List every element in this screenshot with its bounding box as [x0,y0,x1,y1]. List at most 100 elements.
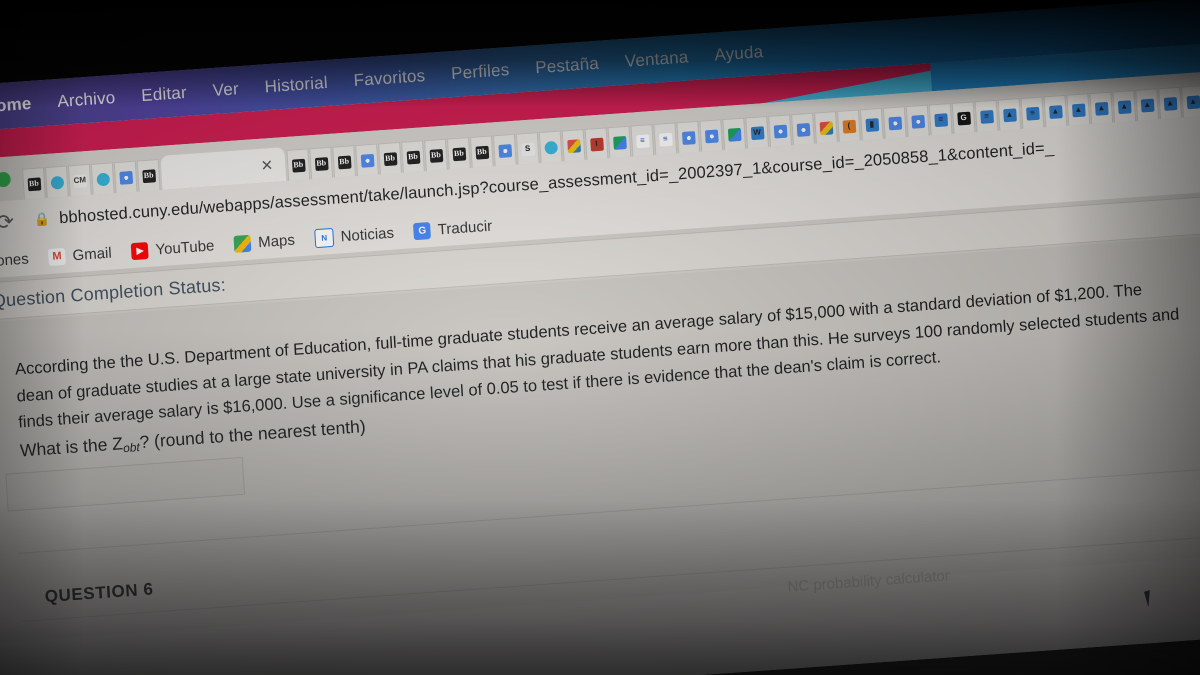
tab[interactable] [44,165,69,199]
menu-item-editar[interactable]: Editar [128,82,201,107]
tab[interactable] [355,143,379,177]
tab[interactable]: ▲ [997,98,1022,131]
tab[interactable]: Bb [401,140,425,173]
tab[interactable]: Bb [332,145,357,178]
tab[interactable]: ▲ [1043,94,1068,128]
z-obt-subscript: obt [122,440,141,456]
tab-favicon: Bb [141,168,156,183]
tab-favicon: ▮ [864,117,879,132]
tab-favicon: ▲ [1002,107,1017,122]
tab-favicon: ≡ [658,132,673,147]
tab[interactable] [538,130,563,164]
tab-favicon [704,128,719,143]
tab[interactable]: S [515,132,540,165]
next-question-heading: QUESTION 6 [44,579,155,607]
tab-favicon: Bb [406,150,420,165]
tab[interactable] [90,162,115,195]
menu-item-pestana[interactable]: Pestaña [522,53,613,79]
bookmark-traducir[interactable]: G Traducir [413,217,493,240]
tab[interactable] [814,111,838,144]
tab[interactable]: I [584,127,609,160]
tab-favicon: Bb [474,145,489,160]
tab[interactable]: ▲ [1158,86,1182,120]
tab-favicon: ▲ [1140,98,1155,113]
tab[interactable] [561,128,586,162]
footer-faint-text: NC probability calculator [787,567,951,596]
tab[interactable]: ▲ [1112,89,1137,123]
youtube-icon: ▶ [131,241,150,260]
tab[interactable]: ▲ [1089,91,1114,125]
gmail-icon: M [48,247,67,266]
tab[interactable]: Bb [22,167,46,200]
tab[interactable]: ▲ [1066,93,1091,126]
tab[interactable]: Bb [378,141,402,175]
menu-item-archivo[interactable]: Archivo [44,87,129,113]
menu-item-ver[interactable]: Ver [199,78,252,102]
tab[interactable]: Bb [309,146,334,180]
menu-item-chrome[interactable]: rome [0,93,45,121]
tab[interactable] [722,117,747,151]
tab[interactable] [699,119,724,152]
menu-item-historial[interactable]: Historial [251,72,341,98]
tab[interactable]: Bb [469,135,494,168]
close-tab-icon[interactable]: ✕ [260,156,274,175]
translate-icon: G [413,221,432,240]
tab-favicon: ▲ [1094,101,1109,116]
tab[interactable]: G [951,101,976,134]
tab-favicon: S [520,141,535,156]
bookmark-aplicaciones[interactable]: Aplicaciones [0,250,29,273]
tab-favicon [95,172,110,186]
tab-favicon [910,114,925,129]
zoom-window-button[interactable] [0,171,12,188]
menu-item-perfiles[interactable]: Perfiles [438,59,523,85]
tab-favicon: ▲ [1071,103,1086,117]
tab-favicon [360,153,374,168]
divider [22,531,1200,622]
tab[interactable] [768,114,792,147]
tab-favicon: Bb [27,176,41,191]
tab-favicon: Bb [429,148,443,163]
tab[interactable] [791,112,815,146]
tab[interactable] [882,106,907,139]
tab[interactable] [905,104,930,138]
tab-favicon [612,135,627,150]
tab[interactable]: ≡ [653,122,678,155]
menu-item-ventana[interactable]: Ventana [611,46,702,72]
bookmark-maps[interactable]: Maps [233,231,296,253]
tab[interactable]: ≡ [1020,96,1045,129]
tab[interactable] [607,125,632,159]
tab[interactable]: ≡ [928,102,953,136]
tab-favicon: I [589,137,604,152]
news-icon: N [314,227,335,248]
tab-favicon: ≡ [1025,106,1040,121]
maps-icon [233,234,252,253]
tab-favicon [50,175,64,190]
tab[interactable]: Bb [136,159,161,192]
tab[interactable]: W [745,115,770,149]
tab[interactable]: ≡ [974,99,999,133]
bookmark-noticias[interactable]: N Noticias [314,223,394,248]
bookmark-label: Maps [257,231,296,251]
tab-favicon: Bb [314,156,329,171]
tab[interactable] [676,120,701,154]
tab[interactable]: ( [836,109,861,142]
tab[interactable]: ▲ [1135,88,1160,121]
tab[interactable] [113,160,138,194]
tab[interactable]: Bb [424,138,448,172]
tab-favicon [727,127,742,142]
tab[interactable]: ≡ [630,124,655,157]
reload-icon[interactable]: ⟳ [0,209,19,236]
tab-favicon [118,170,133,185]
tab[interactable] [492,133,517,167]
tab[interactable]: CM [67,163,92,197]
bookmark-youtube[interactable]: ▶ YouTube [131,237,215,260]
bookmark-gmail[interactable]: M Gmail [48,244,112,266]
menu-item-favoritos[interactable]: Favoritos [340,65,439,92]
tab[interactable]: ▲ [1181,85,1200,118]
chrome-window: Bb CM Bb ✕ Bb Bb Bb Bb Bb Bb Bb Bb S I ≡ ≡ W (▮ ≡ G ≡ ▲ ≡ ▲ ▲ ▲ ▲ ▲… [0,67,1200,675]
menu-item-ayuda[interactable]: Ayuda [701,41,777,66]
tab[interactable]: ▮ [859,107,884,141]
tab[interactable]: Bb [446,137,471,170]
tab[interactable]: Bb [286,148,311,181]
answer-input[interactable] [5,456,246,512]
